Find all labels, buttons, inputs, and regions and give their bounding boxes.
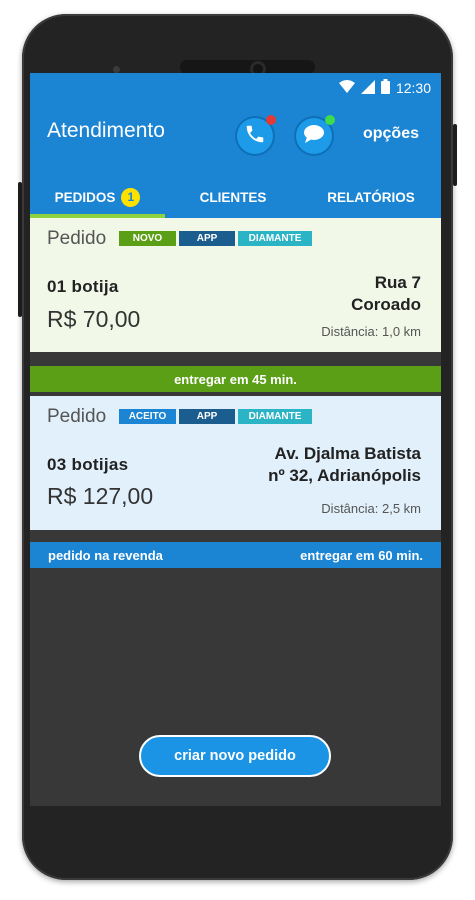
order-distance: Distância: 1,0 km <box>321 324 421 339</box>
tab-bar: PEDIDOS 1 CLIENTES RELATÓRIOS <box>30 176 441 218</box>
order-tags: NOVO APP DIAMANTE <box>119 231 312 246</box>
order-distance: Distância: 2,5 km <box>321 501 421 516</box>
missed-call-indicator <box>266 115 276 125</box>
address-line: Av. Djalma Batista <box>274 444 421 463</box>
order-tags: ACEITO APP DIAMANTE <box>119 409 312 424</box>
delivery-time: entregar em 60 min. <box>300 547 423 563</box>
battery-icon <box>380 79 390 97</box>
tab-label: RELATÓRIOS <box>327 189 415 205</box>
options-button[interactable]: opções <box>363 125 419 143</box>
order-card[interactable]: Pedido NOVO APP DIAMANTE 01 botija R$ 70… <box>30 218 441 352</box>
order-label: Pedido <box>47 406 107 427</box>
proximity-sensor <box>113 66 120 73</box>
new-order-button[interactable]: criar novo pedido <box>139 735 331 777</box>
signal-icon <box>360 79 375 97</box>
tab-pedidos[interactable]: PEDIDOS 1 <box>30 176 165 218</box>
power-button <box>453 124 457 186</box>
tab-label: CLIENTES <box>199 189 267 205</box>
wifi-icon <box>338 80 355 96</box>
tier-tag: DIAMANTE <box>238 231 312 246</box>
order-origin: pedido na revenda <box>48 547 163 563</box>
order-label: Pedido <box>47 228 107 249</box>
order-address: Rua 7 Coroado <box>351 272 421 316</box>
call-button[interactable] <box>235 115 276 156</box>
app-header: 12:30 Atendimento opções PEDIDOS 1 CLIEN… <box>30 73 441 218</box>
earpiece-speaker <box>180 60 315 74</box>
pending-count-badge: 1 <box>121 187 141 207</box>
status-tag: NOVO <box>119 231 176 246</box>
tab-label: PEDIDOS <box>54 189 116 205</box>
source-tag: APP <box>179 409 235 424</box>
chat-icon <box>302 123 326 150</box>
address-line: Rua 7 <box>374 273 421 292</box>
tier-tag: DIAMANTE <box>238 409 312 424</box>
order-address: Av. Djalma Batista nº 32, Adrianópolis <box>268 443 421 487</box>
tab-clientes[interactable]: CLIENTES <box>165 176 301 218</box>
order-footer: pedido na revenda entregar em 60 min. <box>30 542 441 568</box>
order-card[interactable]: Pedido ACEITO APP DIAMANTE 03 botijas R$… <box>30 396 441 530</box>
clock: 12:30 <box>395 80 431 96</box>
chat-button[interactable] <box>294 115 335 156</box>
online-indicator <box>325 115 335 125</box>
order-footer: entregar em 45 min. <box>30 366 441 392</box>
status-tag: ACEITO <box>119 409 176 424</box>
source-tag: APP <box>179 231 235 246</box>
app-screen: 12:30 Atendimento opções PEDIDOS 1 CLIEN… <box>30 73 441 806</box>
order-quantity: 01 botija <box>47 277 119 296</box>
volume-button <box>18 182 22 317</box>
delivery-time: entregar em 45 min. <box>174 371 297 387</box>
address-line: nº 32, Adrianópolis <box>268 466 421 485</box>
order-price: R$ 70,00 <box>47 306 141 332</box>
tab-relatorios[interactable]: RELATÓRIOS <box>301 176 441 218</box>
page-title: Atendimento <box>47 119 165 142</box>
order-quantity: 03 botijas <box>47 455 129 474</box>
order-price: R$ 127,00 <box>47 483 154 509</box>
status-bar: 12:30 <box>338 79 431 97</box>
address-line: Coroado <box>351 295 421 314</box>
phone-icon <box>244 123 266 150</box>
